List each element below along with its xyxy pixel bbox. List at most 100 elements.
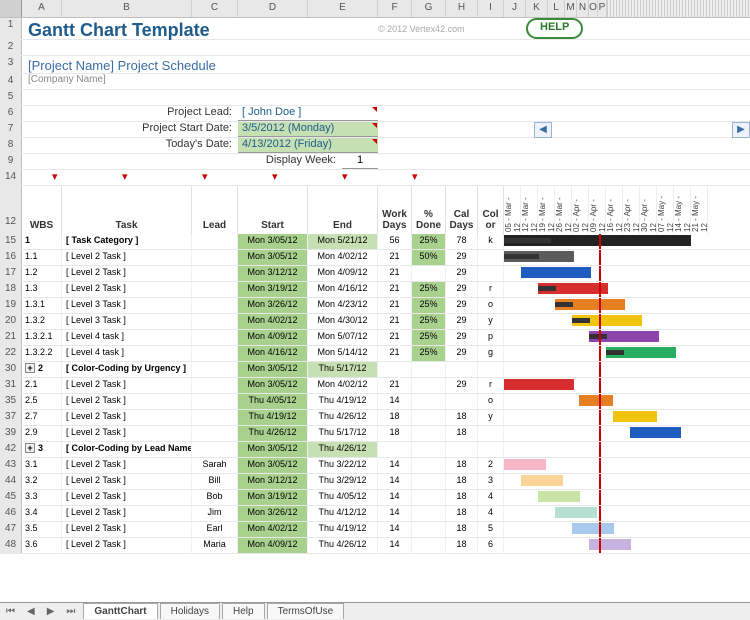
end-cell[interactable]: Thu 3/22/12 bbox=[308, 458, 378, 473]
lead-cell[interactable] bbox=[192, 266, 238, 281]
color-cell[interactable] bbox=[478, 426, 504, 441]
workdays-cell[interactable]: 14 bbox=[378, 490, 412, 505]
row-8[interactable]: 8 bbox=[0, 138, 22, 153]
start-cell[interactable]: Mon 3/05/12 bbox=[238, 250, 308, 265]
end-cell[interactable]: Mon 4/23/12 bbox=[308, 298, 378, 313]
end-cell[interactable]: Thu 4/19/12 bbox=[308, 394, 378, 409]
row-5[interactable]: 5 bbox=[0, 90, 22, 105]
caldays-cell[interactable]: 29 bbox=[446, 378, 478, 393]
workdays-cell[interactable] bbox=[378, 362, 412, 377]
color-cell[interactable] bbox=[478, 442, 504, 457]
pct-cell[interactable]: 25% bbox=[412, 282, 446, 297]
color-cell[interactable]: o bbox=[478, 298, 504, 313]
row-2[interactable]: 2 bbox=[0, 40, 22, 55]
lead-cell[interactable]: Jim bbox=[192, 506, 238, 521]
task-cell[interactable]: [ Level 2 Task ] bbox=[62, 538, 192, 553]
tab-nav-prev[interactable]: ◀ bbox=[21, 606, 41, 617]
pct-cell[interactable]: 25% bbox=[412, 298, 446, 313]
gantt-bar[interactable] bbox=[521, 267, 591, 278]
caldays-cell[interactable]: 29 bbox=[446, 330, 478, 345]
task-cell[interactable]: [ Level 2 Task ] bbox=[62, 266, 192, 281]
col-N[interactable]: N bbox=[577, 0, 589, 17]
lead-cell[interactable]: Sarah bbox=[192, 458, 238, 473]
row-16[interactable]: 16 bbox=[0, 250, 22, 265]
pct-cell[interactable] bbox=[412, 458, 446, 473]
lead-cell[interactable] bbox=[192, 346, 238, 361]
row-15[interactable]: 15 bbox=[0, 234, 22, 249]
task-cell[interactable]: [ Level 2 Task ] bbox=[62, 250, 192, 265]
wbs-cell[interactable]: 2.1 bbox=[22, 378, 62, 393]
task-cell[interactable]: [ Level 2 Task ] bbox=[62, 394, 192, 409]
table-row[interactable]: 463.4[ Level 2 Task ]JimMon 3/26/12Thu 4… bbox=[0, 506, 750, 522]
start-cell[interactable]: Thu 4/05/12 bbox=[238, 394, 308, 409]
col-A[interactable]: A bbox=[22, 0, 62, 17]
color-cell[interactable]: 2 bbox=[478, 458, 504, 473]
row-18[interactable]: 18 bbox=[0, 282, 22, 297]
row-45[interactable]: 45 bbox=[0, 490, 22, 505]
wbs-cell[interactable]: 1.3.2 bbox=[22, 314, 62, 329]
start-cell[interactable]: Mon 4/16/12 bbox=[238, 346, 308, 361]
caldays-cell[interactable]: 29 bbox=[446, 250, 478, 265]
end-cell[interactable]: Mon 4/30/12 bbox=[308, 314, 378, 329]
color-cell[interactable]: o bbox=[478, 394, 504, 409]
col-C[interactable]: C bbox=[192, 0, 238, 17]
scroll-right-button[interactable]: ▶ bbox=[732, 122, 750, 138]
table-row[interactable]: 433.1[ Level 2 Task ]SarahMon 3/05/12Thu… bbox=[0, 458, 750, 474]
end-cell[interactable]: Mon 4/02/12 bbox=[308, 250, 378, 265]
task-cell[interactable]: [ Level 2 Task ] bbox=[62, 426, 192, 441]
caldays-cell[interactable]: 18 bbox=[446, 458, 478, 473]
wbs-cell[interactable]: +2 bbox=[22, 362, 62, 377]
caldays-cell[interactable]: 18 bbox=[446, 506, 478, 521]
start-cell[interactable]: Mon 3/05/12 bbox=[238, 378, 308, 393]
start-cell[interactable]: Mon 3/19/12 bbox=[238, 282, 308, 297]
task-cell[interactable]: [ Task Category ] bbox=[62, 234, 192, 249]
pct-cell[interactable]: 25% bbox=[412, 330, 446, 345]
color-cell[interactable]: 6 bbox=[478, 538, 504, 553]
table-row[interactable]: 221.3.2.2[ Level 4 task ]Mon 4/16/12Mon … bbox=[0, 346, 750, 362]
caldays-cell[interactable]: 78 bbox=[446, 234, 478, 249]
start-cell[interactable]: Mon 3/05/12 bbox=[238, 234, 308, 249]
lead-cell[interactable] bbox=[192, 314, 238, 329]
pct-cell[interactable] bbox=[412, 506, 446, 521]
col-F[interactable]: F bbox=[378, 0, 412, 17]
wbs-cell[interactable]: 3.1 bbox=[22, 458, 62, 473]
workdays-cell[interactable]: 21 bbox=[378, 266, 412, 281]
gantt-bar[interactable] bbox=[613, 411, 657, 422]
start-cell[interactable]: Mon 3/26/12 bbox=[238, 298, 308, 313]
workdays-cell[interactable]: 18 bbox=[378, 426, 412, 441]
row-42[interactable]: 42 bbox=[0, 442, 22, 457]
table-row[interactable]: 201.3.2[ Level 3 Task ]Mon 4/02/12Mon 4/… bbox=[0, 314, 750, 330]
color-cell[interactable]: y bbox=[478, 410, 504, 425]
start-cell[interactable]: Mon 4/09/12 bbox=[238, 538, 308, 553]
table-row[interactable]: 191.3.1[ Level 3 Task ]Mon 3/26/12Mon 4/… bbox=[0, 298, 750, 314]
select-all-cell[interactable] bbox=[0, 0, 22, 17]
task-cell[interactable]: [ Level 2 Task ] bbox=[62, 506, 192, 521]
color-cell[interactable]: 5 bbox=[478, 522, 504, 537]
table-row[interactable]: 211.3.2.1[ Level 4 task ]Mon 4/09/12Mon … bbox=[0, 330, 750, 346]
table-row[interactable]: 352.5[ Level 2 Task ]Thu 4/05/12Thu 4/19… bbox=[0, 394, 750, 410]
workdays-cell[interactable]: 14 bbox=[378, 506, 412, 521]
display-week-value[interactable]: 1 bbox=[342, 154, 378, 169]
end-cell[interactable]: Thu 4/05/12 bbox=[308, 490, 378, 505]
task-cell[interactable]: [ Level 4 task ] bbox=[62, 346, 192, 361]
lead-cell[interactable]: Maria bbox=[192, 538, 238, 553]
col-O[interactable]: O bbox=[589, 0, 598, 17]
table-row[interactable]: 30+2[ Color-Coding by Urgency ]Mon 3/05/… bbox=[0, 362, 750, 378]
color-cell[interactable]: p bbox=[478, 330, 504, 345]
gantt-bar[interactable] bbox=[521, 475, 563, 486]
row-9[interactable]: 9 bbox=[0, 154, 22, 169]
pct-cell[interactable] bbox=[412, 266, 446, 281]
company-name[interactable]: [Company Name] bbox=[22, 74, 112, 89]
start-cell[interactable]: Mon 3/05/12 bbox=[238, 458, 308, 473]
end-cell[interactable]: Mon 4/02/12 bbox=[308, 378, 378, 393]
lead-cell[interactable]: Bob bbox=[192, 490, 238, 505]
lead-cell[interactable] bbox=[192, 362, 238, 377]
pct-cell[interactable] bbox=[412, 474, 446, 489]
end-cell[interactable]: Mon 4/16/12 bbox=[308, 282, 378, 297]
start-cell[interactable]: Mon 3/05/12 bbox=[238, 362, 308, 377]
color-cell[interactable]: 4 bbox=[478, 490, 504, 505]
end-cell[interactable]: Mon 5/14/12 bbox=[308, 346, 378, 361]
end-cell[interactable]: Thu 4/19/12 bbox=[308, 522, 378, 537]
row-14[interactable]: 14 bbox=[0, 170, 22, 185]
task-cell[interactable]: [ Level 2 Task ] bbox=[62, 378, 192, 393]
